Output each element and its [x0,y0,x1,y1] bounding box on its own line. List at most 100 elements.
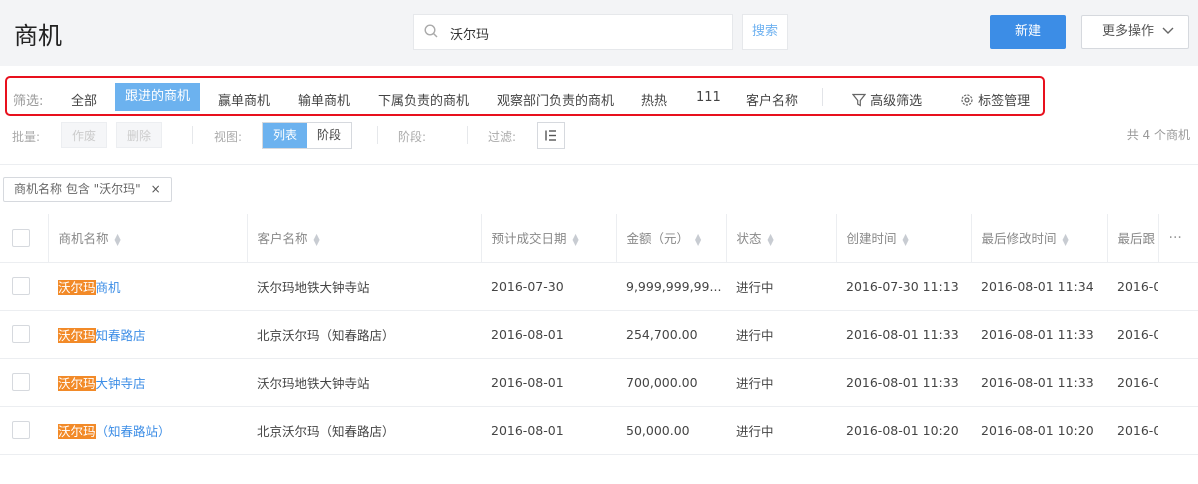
opportunity-name-link[interactable]: 沃尔玛大钟寺店 [48,358,247,407]
date-cell: 2016-07-30 [481,262,616,311]
select-all-checkbox[interactable] [12,228,30,247]
filter-divider [822,88,823,106]
filter-label: 筛选: [13,94,44,109]
delete-button[interactable]: 删除 [116,122,163,148]
column-header[interactable]: 客户名称 ▲ ▼ [247,214,482,263]
modified-cell: 2016-08-01 10:20 [971,406,1107,455]
sort-icon[interactable]: ▲ ▼ [115,232,121,246]
status-cell: 进行中 [726,262,836,311]
created-cell: 2016-08-01 10:20 [836,406,971,455]
column-header[interactable]: 状态 ▲ ▼ [726,214,837,263]
status-cell: 进行中 [726,310,836,359]
filter-observed-dept[interactable]: 观察部门负责的商机 [497,90,614,109]
filter-all[interactable]: 全部 [71,90,97,109]
opportunity-name-link[interactable]: 沃尔玛（知春路站） [48,406,247,455]
view-list-button[interactable]: 列表 [263,123,308,148]
filter-lost[interactable]: 输单商机 [298,90,350,109]
tag-management-button[interactable]: 标签管理 [960,90,1030,109]
opportunity-table: 商机名称 ▲ ▼ 客户名称 ▲ ▼ 预计成交日期 ▲ ▼ 金额（元） ▲ ▼ 状态 ▲ ▼ 创建时间… [0,214,1198,455]
customer-cell: 北京沃尔玛（知春路店） [247,310,481,359]
status-cell: 进行中 [726,406,836,455]
funnel-icon [851,93,867,107]
customer-cell: 沃尔玛地铁大钟寺站 [247,262,481,311]
column-header[interactable]: 最后修改时间 ▲ ▼ [971,214,1108,263]
tag-management-label: 标签管理 [978,94,1031,109]
row-checkbox[interactable] [12,325,30,343]
table-row[interactable]: 沃尔玛（知春路站） 北京沃尔玛（知春路店） 2016-08-01 50,000.… [0,406,1198,455]
filter-won[interactable]: 赢单商机 [218,90,270,109]
search-icon [424,24,438,38]
column-header[interactable]: 最后跟 [1107,214,1159,263]
last-followup-cell: 2016-0 [1107,358,1158,407]
toolbar-divider [192,126,193,144]
column-header[interactable]: 预计成交日期 ▲ ▼ [481,214,617,263]
list-icon [545,130,556,141]
more-actions-button[interactable]: 更多操作 [1081,15,1189,49]
row-checkbox[interactable] [12,277,30,295]
advanced-filter-button[interactable]: 高级筛选 [851,90,923,109]
customer-cell: 沃尔玛地铁大钟寺站 [247,358,481,407]
date-cell: 2016-08-01 [481,310,616,359]
column-header[interactable]: 商机名称 ▲ ▼ [48,214,248,263]
close-icon[interactable]: × [151,182,161,196]
table-row[interactable]: 沃尔玛知春路店 北京沃尔玛（知春路店） 2016-08-01 254,700.0… [0,310,1198,359]
table-row[interactable]: 沃尔玛商机 沃尔玛地铁大钟寺站 2016-07-30 9,999,999,99.… [0,262,1198,311]
active-filter-chip: 商机名称 包含 "沃尔玛" × [3,177,172,202]
last-followup-cell: 2016-0 [1107,310,1158,359]
search-input[interactable]: 沃尔玛 [450,24,489,43]
filter-customer-name[interactable]: 客户名称 [746,90,798,109]
created-cell: 2016-07-30 11:13 [836,262,971,311]
opportunity-name-link[interactable]: 沃尔玛商机 [48,262,247,311]
column-header[interactable]: 创建时间 ▲ ▼ [836,214,972,263]
sort-icon[interactable]: ▲ ▼ [903,232,909,246]
modified-cell: 2016-08-01 11:33 [971,358,1107,407]
new-button[interactable]: 新建 [990,15,1066,49]
stage-label: 阶段: [398,130,427,144]
list-settings-button[interactable] [537,122,565,149]
created-cell: 2016-08-01 11:33 [836,310,971,359]
search-box[interactable]: 沃尔玛 [413,14,733,50]
amount-cell: 254,700.00 [616,310,726,359]
modified-cell: 2016-08-01 11:33 [971,310,1107,359]
table-row[interactable]: 沃尔玛大钟寺店 沃尔玛地铁大钟寺站 2016-08-01 700,000.00 … [0,358,1198,407]
row-checkbox[interactable] [12,421,30,439]
amount-cell: 9,999,999,99... [616,262,726,311]
void-button[interactable]: 作废 [61,122,108,148]
filter-subordinates[interactable]: 下属负责的商机 [378,90,469,109]
sort-icon[interactable]: ▲ ▼ [695,232,701,246]
search-button[interactable]: 搜索 [742,14,788,50]
view-toggle[interactable]: 列表 阶段 [262,122,353,149]
toolbar-divider [467,126,468,144]
sort-icon[interactable]: ▲ ▼ [573,232,579,246]
amount-cell: 50,000.00 [616,406,726,455]
filter-following[interactable]: 跟进的商机 [115,83,201,111]
opportunity-name-link[interactable]: 沃尔玛知春路店 [48,310,247,359]
chevron-down-icon [1162,27,1174,34]
bulk-label: 批量: [12,130,41,144]
toolbar-divider [377,126,378,144]
advanced-filter-label: 高级筛选 [870,94,923,109]
date-cell: 2016-08-01 [481,406,616,455]
sort-icon[interactable]: ▲ ▼ [768,232,774,246]
created-cell: 2016-08-01 11:33 [836,358,971,407]
filter-label-toolbar: 过滤: [488,130,517,144]
last-followup-cell: 2016-0 [1107,406,1158,455]
more-actions-label: 更多操作 [1102,24,1155,39]
sort-icon[interactable]: ▲ ▼ [1063,232,1069,246]
date-cell: 2016-08-01 [481,358,616,407]
table-header-row: 商机名称 ▲ ▼ 客户名称 ▲ ▼ 预计成交日期 ▲ ▼ 金额（元） ▲ ▼ 状态 ▲ ▼ 创建时间… [0,214,1198,263]
filter-rere[interactable]: 热热 [641,90,667,109]
gear-icon [961,94,973,106]
filter-111[interactable]: 111 [696,90,721,105]
active-filter-text: 商机名称 包含 "沃尔玛" [14,182,141,196]
last-followup-cell: 2016-0 [1107,262,1158,311]
modified-cell: 2016-08-01 11:34 [971,262,1107,311]
sort-icon[interactable]: ▲ ▼ [314,232,320,246]
more-columns-icon[interactable]: ··· [1158,214,1198,263]
row-checkbox[interactable] [12,373,30,391]
status-cell: 进行中 [726,358,836,407]
amount-cell: 700,000.00 [616,358,726,407]
view-stage-button[interactable]: 阶段 [307,123,351,148]
divider [0,164,1198,165]
column-header[interactable]: 金额（元） ▲ ▼ [616,214,727,263]
